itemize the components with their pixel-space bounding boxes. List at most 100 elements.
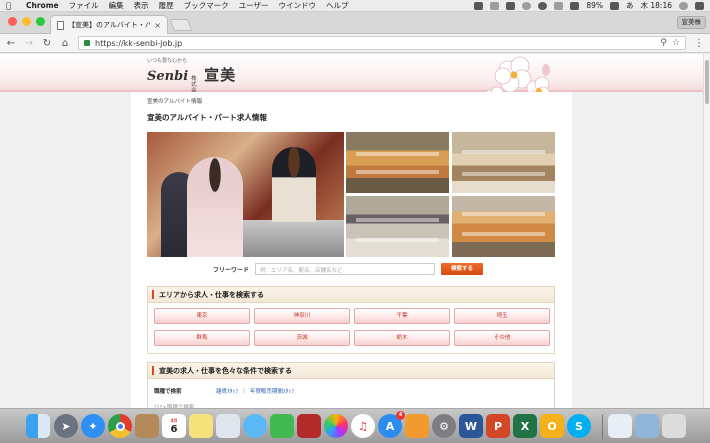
photo-customer-woman bbox=[187, 157, 243, 257]
photos-icon[interactable] bbox=[324, 414, 348, 438]
page-scrollbar[interactable] bbox=[703, 54, 710, 408]
menubar-item-bookmarks[interactable]: ブックマーク bbox=[184, 0, 229, 11]
url-text[interactable]: https://kk-senbi-job.jp bbox=[95, 39, 655, 48]
area-job-row-label: ｴﾘｱ×職種で検索 bbox=[154, 405, 195, 408]
finder-icon[interactable] bbox=[26, 414, 50, 438]
main-store-photo bbox=[147, 132, 344, 257]
ibooks-icon[interactable] bbox=[405, 414, 429, 438]
battery-icon[interactable] bbox=[610, 1, 619, 10]
tab-close-icon[interactable]: × bbox=[154, 21, 161, 30]
job-type-row: 職種で検索 雑貨ｽﾀｯﾌ | 年賀販売期間ｽﾀｯﾌ bbox=[148, 379, 554, 395]
logo-en: Senbi bbox=[147, 69, 189, 84]
notes-icon[interactable] bbox=[189, 414, 213, 438]
new-tab-button[interactable] bbox=[169, 19, 193, 31]
profile-button[interactable]: 宣美株 bbox=[676, 16, 706, 29]
tab-title: 【宣美】のアルバイト・パート求人 bbox=[68, 21, 151, 29]
menubar-item-history[interactable]: 履歴 bbox=[159, 0, 174, 11]
address-bar[interactable]: https://kk-senbi-job.jp ⚲ ☆ bbox=[78, 36, 686, 50]
scrollbar-thumb[interactable] bbox=[705, 60, 709, 104]
preview-icon[interactable] bbox=[216, 414, 240, 438]
system-preferences-icon[interactable]: ⚙ bbox=[432, 414, 456, 438]
apple-menu-icon[interactable]:  bbox=[6, 1, 16, 10]
contacts-icon[interactable] bbox=[135, 414, 159, 438]
list-icon[interactable] bbox=[695, 1, 704, 10]
menubar-item-people[interactable]: ユーザー bbox=[239, 0, 269, 11]
area-button-chiba[interactable]: 千葉 bbox=[354, 308, 450, 324]
home-icon[interactable]: ⌂ bbox=[60, 38, 70, 49]
powerpoint-icon[interactable]: P bbox=[486, 414, 510, 438]
bookmark-star-icon[interactable]: ☆ bbox=[672, 38, 680, 48]
app-store-icon[interactable]: A4 bbox=[378, 411, 405, 438]
time-machine-icon[interactable] bbox=[522, 1, 532, 10]
skype-icon[interactable]: S bbox=[567, 414, 591, 438]
job-link-zakka[interactable]: 雑貨ｽﾀｯﾌ bbox=[216, 387, 238, 395]
photo-booth-icon[interactable] bbox=[297, 414, 321, 438]
word-icon[interactable]: W bbox=[459, 414, 483, 438]
itunes-icon[interactable]: ♫ bbox=[351, 414, 375, 438]
bluetooth-icon[interactable] bbox=[538, 1, 548, 10]
safari-icon[interactable]: ✦ bbox=[81, 414, 105, 438]
folder-icon[interactable] bbox=[635, 414, 659, 438]
maximize-window-button[interactable] bbox=[36, 17, 45, 26]
google-drive-icon[interactable] bbox=[490, 1, 500, 10]
breadcrumb[interactable]: 宣美のアルバイト情報 bbox=[147, 97, 202, 105]
photo-staff bbox=[272, 147, 316, 222]
search-icon[interactable] bbox=[679, 1, 688, 10]
zoom-icon[interactable]: ⚲ bbox=[660, 38, 667, 48]
freeword-search: フリーワード 例：エリア名、駅名、店舗名など 検索する bbox=[213, 263, 484, 275]
volume-icon[interactable] bbox=[570, 1, 580, 10]
battery-percent[interactable]: 89% bbox=[586, 1, 603, 10]
outlook-icon[interactable]: O bbox=[540, 414, 564, 438]
launchpad-icon[interactable]: ➤ bbox=[54, 414, 78, 438]
condition-panel-title: 宣美の求人・仕事を色々な条件で検索する bbox=[159, 366, 292, 375]
logo-jp: 宣美 bbox=[204, 66, 237, 84]
chrome-icon[interactable] bbox=[108, 414, 132, 438]
mac-menubar:  Chrome ファイル 編集 表示 履歴 ブックマーク ユーザー ウインドウ… bbox=[0, 0, 710, 12]
store-photo-4 bbox=[452, 196, 555, 257]
menubar-item-window[interactable]: ウインドウ bbox=[278, 0, 316, 11]
page-icon bbox=[57, 20, 64, 30]
close-window-button[interactable] bbox=[8, 17, 17, 26]
forward-arrow-icon[interactable]: → bbox=[24, 38, 34, 49]
area-button-other[interactable]: その他 bbox=[454, 330, 550, 346]
facetime-icon[interactable] bbox=[270, 414, 294, 438]
minimize-window-button[interactable] bbox=[22, 17, 31, 26]
back-arrow-icon[interactable]: ← bbox=[6, 38, 16, 49]
menubar-item-file[interactable]: ファイル bbox=[69, 0, 99, 11]
mac-dock: ➤ ✦ 4月 6 ♫ A4 ⚙ W P X O S bbox=[0, 408, 710, 443]
menubar-item-help[interactable]: ヘルプ bbox=[326, 0, 349, 11]
chrome-menu-icon[interactable]: ⋮ bbox=[694, 38, 704, 49]
area-button-saitama[interactable]: 埼玉 bbox=[454, 308, 550, 324]
menubar-item-view[interactable]: 表示 bbox=[134, 0, 149, 11]
store-photo-2 bbox=[452, 132, 555, 193]
adobe-icon[interactable] bbox=[506, 1, 516, 10]
area-button-kanagawa[interactable]: 神奈川 bbox=[254, 308, 350, 324]
menubar-clock[interactable]: 木 18:16 bbox=[641, 0, 673, 11]
area-button-ibaraki[interactable]: 茨城 bbox=[254, 330, 350, 346]
calendar-icon[interactable]: 4月 6 bbox=[162, 414, 186, 438]
area-button-tochigi[interactable]: 栃木 bbox=[354, 330, 450, 346]
excel-icon[interactable]: X bbox=[513, 414, 537, 438]
job-link-nenga[interactable]: 年賀販売期間ｽﾀｯﾌ bbox=[250, 387, 294, 395]
area-button-tokyo[interactable]: 東京 bbox=[154, 308, 250, 324]
documents-icon[interactable] bbox=[608, 414, 632, 438]
reload-icon[interactable]: ↻ bbox=[42, 38, 52, 49]
condition-search-panel: 宣美の求人・仕事を色々な条件で検索する 職種で検索 雑貨ｽﾀｯﾌ | 年賀販売期… bbox=[147, 362, 555, 408]
dropbox-icon[interactable] bbox=[474, 1, 484, 10]
ime-indicator[interactable]: あ bbox=[626, 0, 634, 11]
main-content: 宣美のアルバイト情報 宣美のアルバイト・パート求人情報 フリーワード 例：エリア… bbox=[131, 92, 572, 408]
header-accent-bar bbox=[152, 366, 154, 375]
site-header: いつも豊な心から Senbi 株式会社 宣美 bbox=[0, 54, 703, 108]
browser-toolbar: ← → ↻ ⌂ https://kk-senbi-job.jp ⚲ ☆ ⋮ bbox=[0, 34, 710, 53]
search-button[interactable]: 検索する bbox=[441, 263, 484, 275]
freeword-input[interactable]: 例：エリア名、駅名、店舗名など bbox=[255, 263, 436, 275]
messages-icon[interactable] bbox=[243, 414, 267, 438]
area-panel-header: エリアから求人・仕事を検索する bbox=[148, 287, 554, 303]
browser-tab[interactable]: 【宣美】のアルバイト・パート求人 × bbox=[50, 15, 168, 34]
trash-icon[interactable] bbox=[662, 414, 686, 438]
wifi-icon[interactable] bbox=[554, 1, 564, 10]
menubar-app-name[interactable]: Chrome bbox=[26, 1, 59, 10]
calendar-day: 6 bbox=[170, 423, 178, 435]
area-button-gunma[interactable]: 群馬 bbox=[154, 330, 250, 346]
menubar-item-edit[interactable]: 編集 bbox=[109, 0, 124, 11]
